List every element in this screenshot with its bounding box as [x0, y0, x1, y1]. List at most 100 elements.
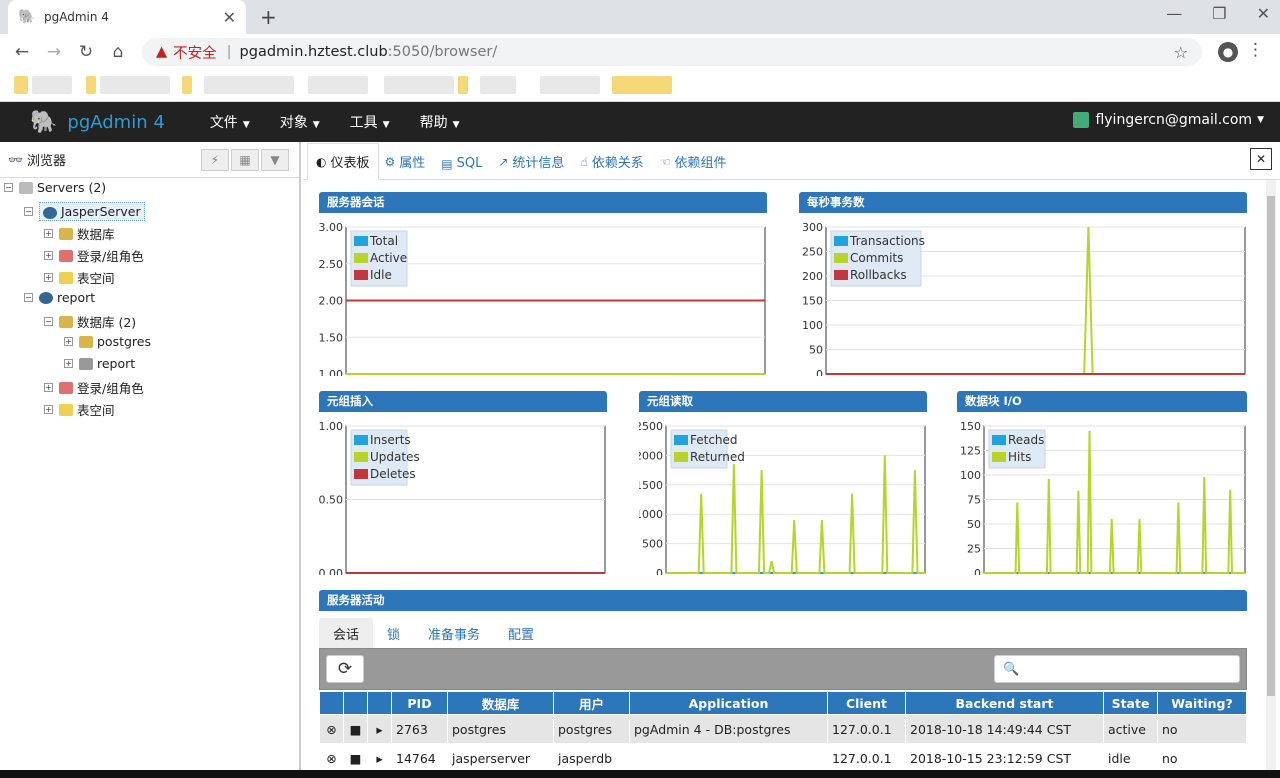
bookmark-item[interactable] — [384, 76, 454, 94]
bookmark-item[interactable] — [100, 76, 170, 94]
cancel-icon[interactable]: ■ — [343, 714, 368, 744]
tab-properties[interactable]: ⚙ 属性 — [379, 152, 436, 179]
expand-row-icon[interactable]: ▸ — [367, 714, 392, 744]
filter-icon[interactable]: ▼ — [261, 148, 289, 171]
tree-node-servers[interactable]: − Servers (2) — [4, 180, 106, 195]
chart-title: 服务器会话 — [319, 192, 767, 213]
query-tool-icon[interactable]: ⚡ — [201, 148, 229, 171]
col-header-app[interactable]: Application — [629, 691, 828, 715]
bookmark-item[interactable] — [204, 76, 294, 94]
scrollbar-thumb[interactable] — [1267, 196, 1275, 696]
tree-node-tablespaces[interactable]: + 表空间 — [44, 268, 115, 287]
cell-waiting: no — [1157, 743, 1247, 773]
bookmark-item[interactable] — [86, 76, 96, 94]
tab-label: 依赖关系 — [591, 156, 644, 171]
forward-icon[interactable]: → — [38, 42, 70, 62]
bookmark-star-icon[interactable]: ☆ — [1174, 43, 1188, 62]
bookmark-folder-icon[interactable] — [14, 76, 28, 94]
tree-node-db-postgres[interactable]: + postgres — [64, 334, 151, 349]
table-row[interactable]: ⊗ ■ ▸ 14764 jasperserver jasperdb 127.0.… — [319, 743, 1247, 773]
tab-dependencies[interactable]: ☝ 依赖关系 — [574, 152, 653, 179]
terminate-icon[interactable]: ⊗ — [319, 714, 344, 744]
expand-icon[interactable]: + — [64, 359, 73, 368]
collapse-icon[interactable]: − — [24, 207, 33, 216]
cancel-icon[interactable]: ■ — [343, 743, 368, 773]
expand-icon[interactable]: + — [44, 405, 53, 414]
tree-node-jasperserver[interactable]: − JasperServer — [24, 202, 145, 221]
col-header-db[interactable]: 数据库 — [447, 691, 554, 715]
minimize-icon[interactable]: — — [1166, 4, 1182, 23]
vertical-scrollbar[interactable] — [1266, 180, 1276, 778]
menu-object[interactable]: 对象 ▼ — [265, 112, 335, 132]
tab-close-icon[interactable]: ✕ — [223, 8, 236, 27]
reload-icon[interactable]: ↻ — [70, 42, 102, 62]
browser-tab[interactable]: 🐘 pgAdmin 4 ✕ — [8, 0, 246, 34]
bookmark-item[interactable] — [540, 76, 600, 94]
col-header-state[interactable]: State — [1103, 691, 1158, 715]
legend-label: Transactions — [849, 234, 925, 248]
y-tick-label: 25 — [967, 543, 981, 556]
table-row[interactable]: ⊗ ■ ▸ 2763 postgres postgres pgAdmin 4 -… — [319, 714, 1247, 744]
url-host: pgadmin.hztest.club — [239, 44, 388, 60]
tab-dependents[interactable]: ☜ 依赖组件 — [654, 152, 737, 179]
expand-icon[interactable]: + — [64, 337, 73, 346]
tree-node-databases-2[interactable]: − 数据库 (2) — [44, 312, 136, 331]
activity-subtabs: 会话 锁 准备事务 配置 — [319, 618, 1245, 648]
close-window-icon[interactable]: ✕ — [1257, 4, 1270, 23]
bookmark-item[interactable] — [32, 76, 72, 94]
view-data-icon[interactable]: ▦ — [231, 148, 259, 171]
collapse-icon[interactable]: − — [24, 293, 33, 302]
subtab-locks[interactable]: 锁 — [373, 618, 414, 648]
menu-tools[interactable]: 工具 ▼ — [335, 112, 405, 132]
col-header-waiting[interactable]: Waiting? — [1157, 691, 1247, 715]
expand-icon[interactable]: + — [44, 383, 53, 392]
bookmark-item[interactable] — [612, 76, 672, 94]
chart-title: 元组读取 — [639, 391, 927, 412]
col-header-client[interactable]: Client — [827, 691, 906, 715]
profile-icon[interactable]: ● — [1218, 42, 1238, 62]
new-tab-button[interactable]: + — [260, 5, 277, 29]
subtab-config[interactable]: 配置 — [494, 618, 548, 648]
bookmark-item[interactable] — [458, 76, 468, 94]
server-activity-title: 服务器活动 — [319, 590, 1247, 611]
collapse-icon[interactable]: − — [4, 183, 13, 192]
subtab-sessions[interactable]: 会话 — [319, 618, 374, 648]
col-header-pid[interactable]: PID — [391, 691, 448, 715]
tree-node-roles-2[interactable]: + 登录/组角色 — [44, 378, 144, 397]
expand-row-icon[interactable]: ▸ — [367, 743, 392, 773]
menu-file[interactable]: 文件 ▼ — [195, 112, 265, 132]
expand-icon[interactable]: + — [44, 273, 53, 282]
close-panel-icon[interactable]: ✕ — [1250, 148, 1272, 170]
tree-node-tablespaces-2[interactable]: + 表空间 — [44, 400, 115, 419]
refresh-icon[interactable]: ⟳ — [326, 655, 364, 683]
tree-node-report-server[interactable]: − report — [24, 290, 95, 305]
back-icon[interactable]: ← — [6, 42, 38, 62]
col-header-start[interactable]: Backend start — [905, 691, 1104, 715]
bookmark-item[interactable] — [308, 76, 368, 94]
legend-swatch — [992, 452, 1006, 462]
dashboard-area: ◐ 仪表板 ⚙ 属性 ▤ SQL ↗ 统计信息 ☝ 依赖关系 ☜ 依赖组件 ✕ 服务器会话 3… — [303, 142, 1280, 778]
expand-icon[interactable]: + — [44, 229, 53, 238]
tab-dashboard[interactable]: ◐ 仪表板 — [307, 143, 379, 180]
collapse-icon[interactable]: − — [44, 317, 53, 326]
tree-node-db-report[interactable]: + report — [64, 356, 135, 371]
expand-icon[interactable]: + — [44, 251, 53, 260]
col-header-user[interactable]: 用户 — [553, 691, 630, 715]
address-bar[interactable]: ▲ 不安全 | pgadmin.hztest.club :5050/browse… — [142, 38, 1202, 66]
tree-node-roles[interactable]: + 登录/组角色 — [44, 246, 144, 265]
search-box[interactable]: 🔍 — [994, 655, 1240, 683]
user-menu[interactable]: flyingercn@gmail.com ▼ — [1073, 112, 1264, 128]
tree-node-databases[interactable]: + 数据库 — [44, 224, 115, 243]
subtab-prepared[interactable]: 准备事务 — [414, 618, 494, 648]
bookmark-item[interactable] — [480, 76, 516, 94]
tab-statistics[interactable]: ↗ 统计信息 — [492, 152, 574, 179]
browser-menu-icon[interactable]: ⋮ — [1247, 40, 1264, 60]
terminate-icon[interactable]: ⊗ — [319, 743, 344, 773]
brand[interactable]: 🐘 pgAdmin 4 — [30, 110, 165, 135]
menu-help[interactable]: 帮助 ▼ — [405, 112, 475, 132]
search-input[interactable] — [1025, 662, 1236, 676]
bookmark-item[interactable] — [182, 76, 192, 94]
home-icon[interactable]: ⌂ — [102, 42, 134, 62]
restore-icon[interactable]: ❐ — [1212, 4, 1226, 23]
tab-sql[interactable]: ▤ SQL — [435, 156, 492, 179]
